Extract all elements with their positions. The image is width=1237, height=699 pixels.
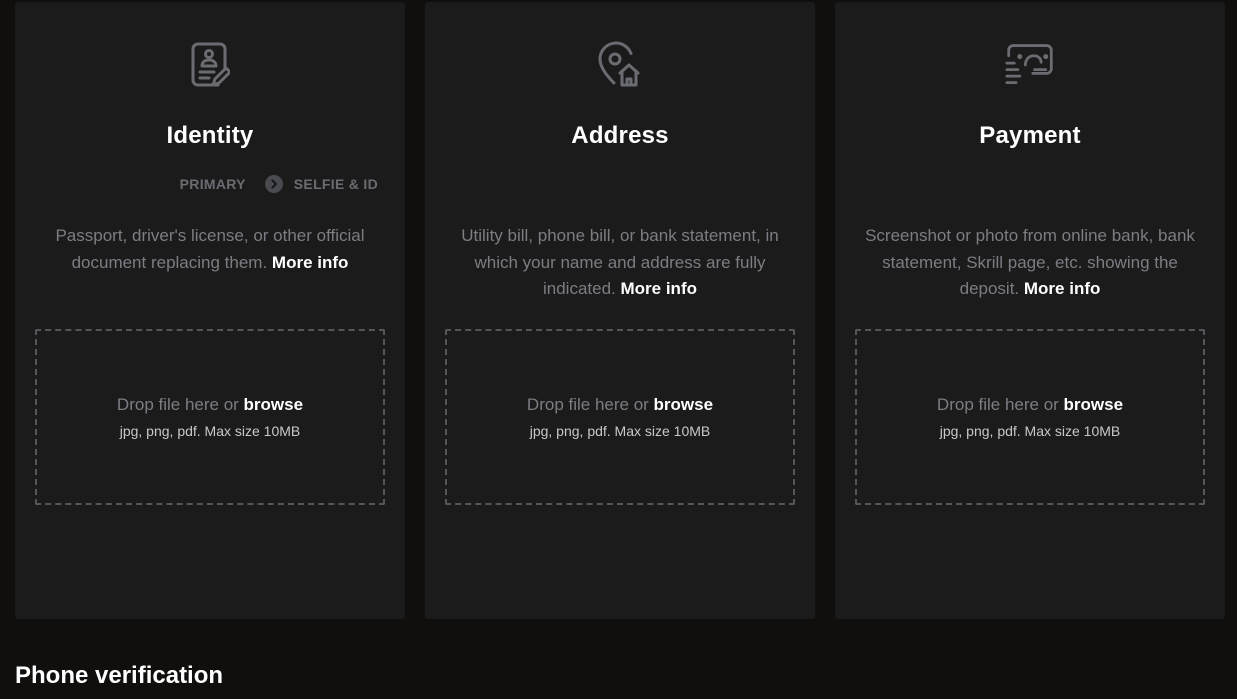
payment-more-info-link[interactable]: More info: [1024, 279, 1101, 298]
address-drop-text: Drop file here or: [526, 395, 649, 414]
identity-description: Passport, driver's license, or other off…: [45, 223, 375, 276]
id-document-icon: [185, 40, 235, 90]
identity-more-info-link[interactable]: More info: [272, 253, 349, 272]
address-more-info-link[interactable]: More info: [621, 279, 698, 298]
identity-steps: PRIMARY SELFIE & ID: [180, 174, 378, 194]
address-card: Address Utility bill, phone bill, or ban…: [425, 2, 815, 619]
payment-drop-text: Drop file here or: [936, 395, 1059, 414]
address-browse-link[interactable]: browse: [654, 395, 714, 414]
address-title: Address: [571, 122, 669, 149]
step-selfie-id[interactable]: SELFIE & ID: [294, 176, 378, 192]
payment-browse-link[interactable]: browse: [1064, 395, 1124, 414]
address-description: Utility bill, phone bill, or bank statem…: [455, 223, 785, 303]
verification-cards: Identity PRIMARY SELFIE & ID Passport, d…: [15, 2, 1225, 619]
phone-verification-heading: Phone verification: [15, 662, 224, 689]
address-file-hint: jpg, png, pdf. Max size 10MB: [529, 423, 711, 439]
step-primary[interactable]: PRIMARY: [180, 176, 246, 192]
payment-title: Payment: [979, 122, 1081, 149]
identity-drop-line: Drop file here or browse: [37, 395, 383, 415]
identity-browse-link[interactable]: browse: [244, 395, 304, 414]
identity-card: Identity PRIMARY SELFIE & ID Passport, d…: [15, 2, 405, 619]
address-dropzone[interactable]: Drop file here or browse jpg, png, pdf. …: [445, 329, 795, 505]
payment-file-hint: jpg, png, pdf. Max size 10MB: [939, 423, 1121, 439]
payment-dropzone[interactable]: Drop file here or browse jpg, png, pdf. …: [855, 329, 1205, 505]
payment-card: Payment Screenshot or photo from online …: [835, 2, 1225, 619]
address-drop-line: Drop file here or browse: [447, 395, 793, 415]
payment-drop-line: Drop file here or browse: [857, 395, 1203, 415]
payment-description: Screenshot or photo from online bank, ba…: [865, 223, 1195, 303]
identity-drop-text: Drop file here or: [116, 395, 239, 414]
identity-file-hint: jpg, png, pdf. Max size 10MB: [119, 423, 301, 439]
payment-screen-icon: [1005, 40, 1055, 90]
identity-dropzone[interactable]: Drop file here or browse jpg, png, pdf. …: [35, 329, 385, 505]
location-home-icon: [595, 40, 645, 90]
identity-title: Identity: [166, 122, 254, 149]
chevron-right-icon: [264, 175, 283, 193]
